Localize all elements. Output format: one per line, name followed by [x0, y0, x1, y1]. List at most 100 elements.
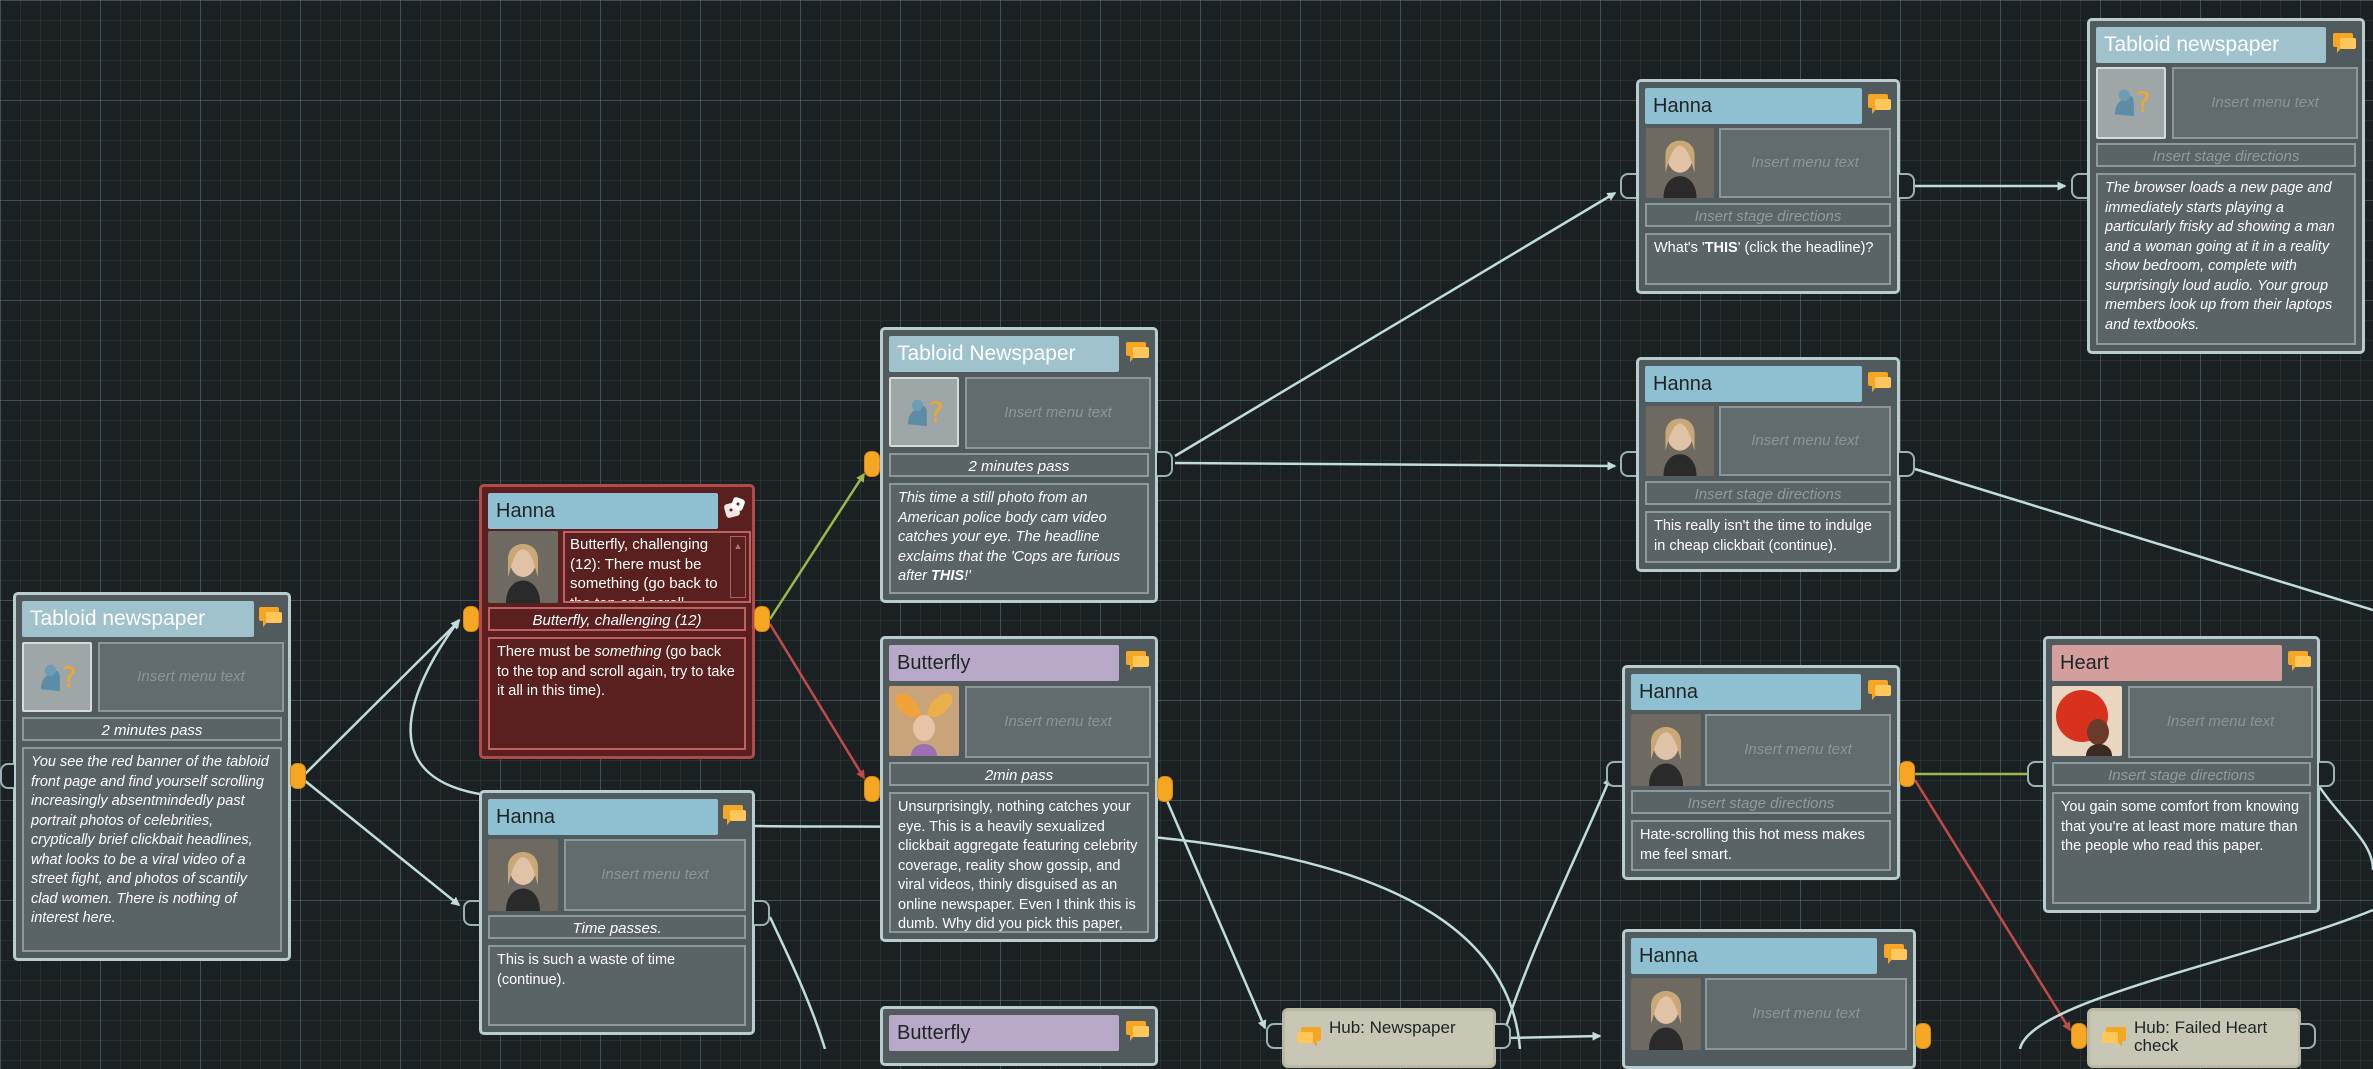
scrollbar[interactable]: ▲▼ [730, 536, 746, 601]
dialogue-node-butterfly-bottom[interactable]: Butterfly [880, 1006, 1158, 1066]
input-port[interactable] [0, 763, 14, 789]
dialogue-node-tabloid-ad[interactable]: Tabloid newspaper ? Insert menu text Ins… [2087, 18, 2365, 354]
stage-directions-field[interactable]: Insert stage directions [1645, 481, 1891, 505]
dialogue-node-hanna-waste[interactable]: Hanna Insert menu text Time passes. This… [479, 790, 755, 1035]
text-part: What's ' [1654, 240, 1705, 256]
hub-label: Hub: Newspaper [1329, 1018, 1456, 1037]
hanna-portrait [1645, 128, 1715, 198]
text-part: There must be [497, 644, 595, 660]
dialogue-text[interactable]: Unsurprisingly, nothing catches your eye… [889, 792, 1149, 933]
dialogue-node-butterfly[interactable]: Butterfly Insert menu text 2min pass Uns… [880, 636, 1158, 942]
stage-directions-field[interactable]: Insert stage directions [1631, 790, 1891, 814]
input-port[interactable] [1620, 173, 1636, 199]
stage-directions[interactable]: 2 minutes pass [22, 717, 282, 741]
input-port[interactable] [1266, 1023, 1282, 1049]
output-port[interactable] [2319, 761, 2335, 787]
speaker-header: Hanna [488, 493, 718, 529]
hub-node-newspaper[interactable]: Hub: Newspaper [1282, 1008, 1496, 1068]
wire-choice-failure [768, 623, 866, 780]
dialogue-node-hanna-hate[interactable]: Hanna Insert menu text Insert stage dire… [1622, 665, 1900, 880]
hub-node-failed-heart[interactable]: Hub: Failed Heart check [2087, 1008, 2301, 1068]
stage-directions-field[interactable]: Insert stage directions [1645, 203, 1891, 227]
menu-text-field[interactable]: Insert menu text [2128, 686, 2313, 758]
question-mark-icon: ? [40, 661, 77, 694]
dialogue-node-hanna-bottom[interactable]: Hanna Insert menu text [1622, 929, 1916, 1069]
dialogue-node-heart[interactable]: Heart Insert menu text Insert stage dire… [2043, 636, 2320, 913]
dialogue-text[interactable]: There must be something (go back to the … [488, 637, 746, 750]
dialogue-text[interactable]: This really isn't the time to indulge in… [1645, 511, 1891, 563]
hanna-portrait [1645, 406, 1715, 476]
stage-directions[interactable]: 2min pass [889, 762, 1149, 786]
unknown-speaker-portrait: ? [889, 377, 959, 447]
dialogue-text[interactable]: Hate-scrolling this hot mess makes me fe… [1631, 820, 1891, 871]
stage-directions[interactable]: Butterfly, challenging (12) [488, 607, 746, 631]
menu-text-field[interactable]: Insert menu text [564, 839, 746, 911]
dialogue-text[interactable]: You gain some comfort from knowing that … [2052, 792, 2311, 904]
hanna-portrait [488, 531, 558, 603]
wire-choice-success [768, 472, 866, 620]
input-port[interactable] [463, 606, 479, 632]
menu-text-field[interactable]: Insert menu text [965, 686, 1151, 758]
stage-directions[interactable]: 2 minutes pass [889, 453, 1149, 477]
output-port[interactable] [290, 763, 306, 789]
wire-waste-to-butterfly-bottom [768, 916, 827, 1049]
dialogue-text[interactable]: What's 'THIS' (click the headline)? [1645, 233, 1891, 285]
menu-text-field[interactable]: Insert menu text [1705, 714, 1891, 786]
output-port[interactable] [1157, 451, 1173, 477]
menu-text-field[interactable]: Insert menu text [1719, 128, 1891, 198]
menu-text-field[interactable]: Insert menu text [2172, 67, 2358, 139]
speech-bubble-icon [1868, 680, 1891, 700]
input-port[interactable] [864, 451, 880, 477]
stage-directions[interactable]: Time passes. [488, 915, 746, 939]
speaker-header: Tabloid Newspaper [889, 336, 1119, 372]
menu-text-field[interactable]: Insert menu text [965, 377, 1151, 449]
speaker-header: Tabloid newspaper [22, 601, 254, 637]
hanna-portrait [488, 839, 558, 911]
input-port[interactable] [1606, 761, 1622, 787]
connection-wires [303, 181, 2373, 1049]
speech-bubble-icon [1868, 372, 1891, 392]
speech-bubble-icon [1884, 944, 1907, 964]
dialogue-node-hanna-this[interactable]: Hanna Insert menu text Insert stage dire… [1636, 79, 1900, 294]
dialogue-node-tabloid-start[interactable]: Tabloid newspaper ? Insert menu text 2 m… [13, 592, 291, 961]
output-port[interactable] [1157, 776, 1173, 802]
menu-text-field[interactable]: Insert menu text [1719, 406, 1891, 476]
dialogue-node-tabloid-photo[interactable]: Tabloid Newspaper ? Insert menu text 2 m… [880, 327, 1158, 603]
speaker-header: Tabloid newspaper [2096, 27, 2326, 63]
dialogue-text[interactable]: You see the red banner of the tabloid fr… [22, 747, 282, 952]
stage-directions-field[interactable]: Insert stage directions [2052, 762, 2311, 786]
output-port[interactable] [754, 900, 770, 926]
speaker-header: Hanna [1645, 366, 1862, 402]
menu-text-field[interactable]: Insert menu text [1705, 978, 1907, 1050]
stage-directions-field[interactable]: Insert stage directions [2096, 143, 2356, 167]
text-emphasis: something [594, 644, 662, 660]
input-port[interactable] [2071, 1023, 2087, 1049]
output-port[interactable] [1899, 761, 1915, 787]
question-mark-icon: ? [907, 396, 944, 429]
speaker-header: Butterfly [889, 1015, 1119, 1051]
output-port[interactable] [2300, 1023, 2316, 1049]
input-port[interactable] [2071, 173, 2087, 199]
output-port[interactable] [1899, 451, 1915, 477]
heart-portrait [2052, 686, 2122, 756]
input-port[interactable] [1620, 451, 1636, 477]
output-port[interactable] [754, 606, 770, 632]
menu-text-field[interactable]: Butterfly, challenging (12): There must … [563, 531, 751, 603]
menu-text-field[interactable]: Insert menu text [98, 642, 284, 712]
speech-bubble-icon [1126, 1021, 1149, 1041]
input-port[interactable] [864, 776, 880, 802]
wire-heart-offscreen [2313, 779, 2373, 871]
dialogue-node-hanna-challenge[interactable]: Hanna Butterfly, challenging (12): There… [479, 484, 755, 759]
input-port[interactable] [2027, 761, 2043, 787]
svg-text:?: ? [929, 396, 944, 429]
dialogue-text[interactable]: This is such a waste of time (continue). [488, 945, 746, 1026]
output-port[interactable] [1915, 1023, 1931, 1049]
question-mark-icon: ? [2114, 86, 2151, 119]
output-port[interactable] [1495, 1023, 1511, 1049]
dialogue-text[interactable]: The browser loads a new page and immedia… [2096, 173, 2356, 345]
dialogue-node-hanna-clickbait[interactable]: Hanna Insert menu text Insert stage dire… [1636, 357, 1900, 572]
speaker-header: Hanna [1645, 88, 1862, 124]
dialogue-text[interactable]: This time a still photo from an American… [889, 483, 1149, 594]
output-port[interactable] [1899, 173, 1915, 199]
input-port[interactable] [463, 900, 479, 926]
